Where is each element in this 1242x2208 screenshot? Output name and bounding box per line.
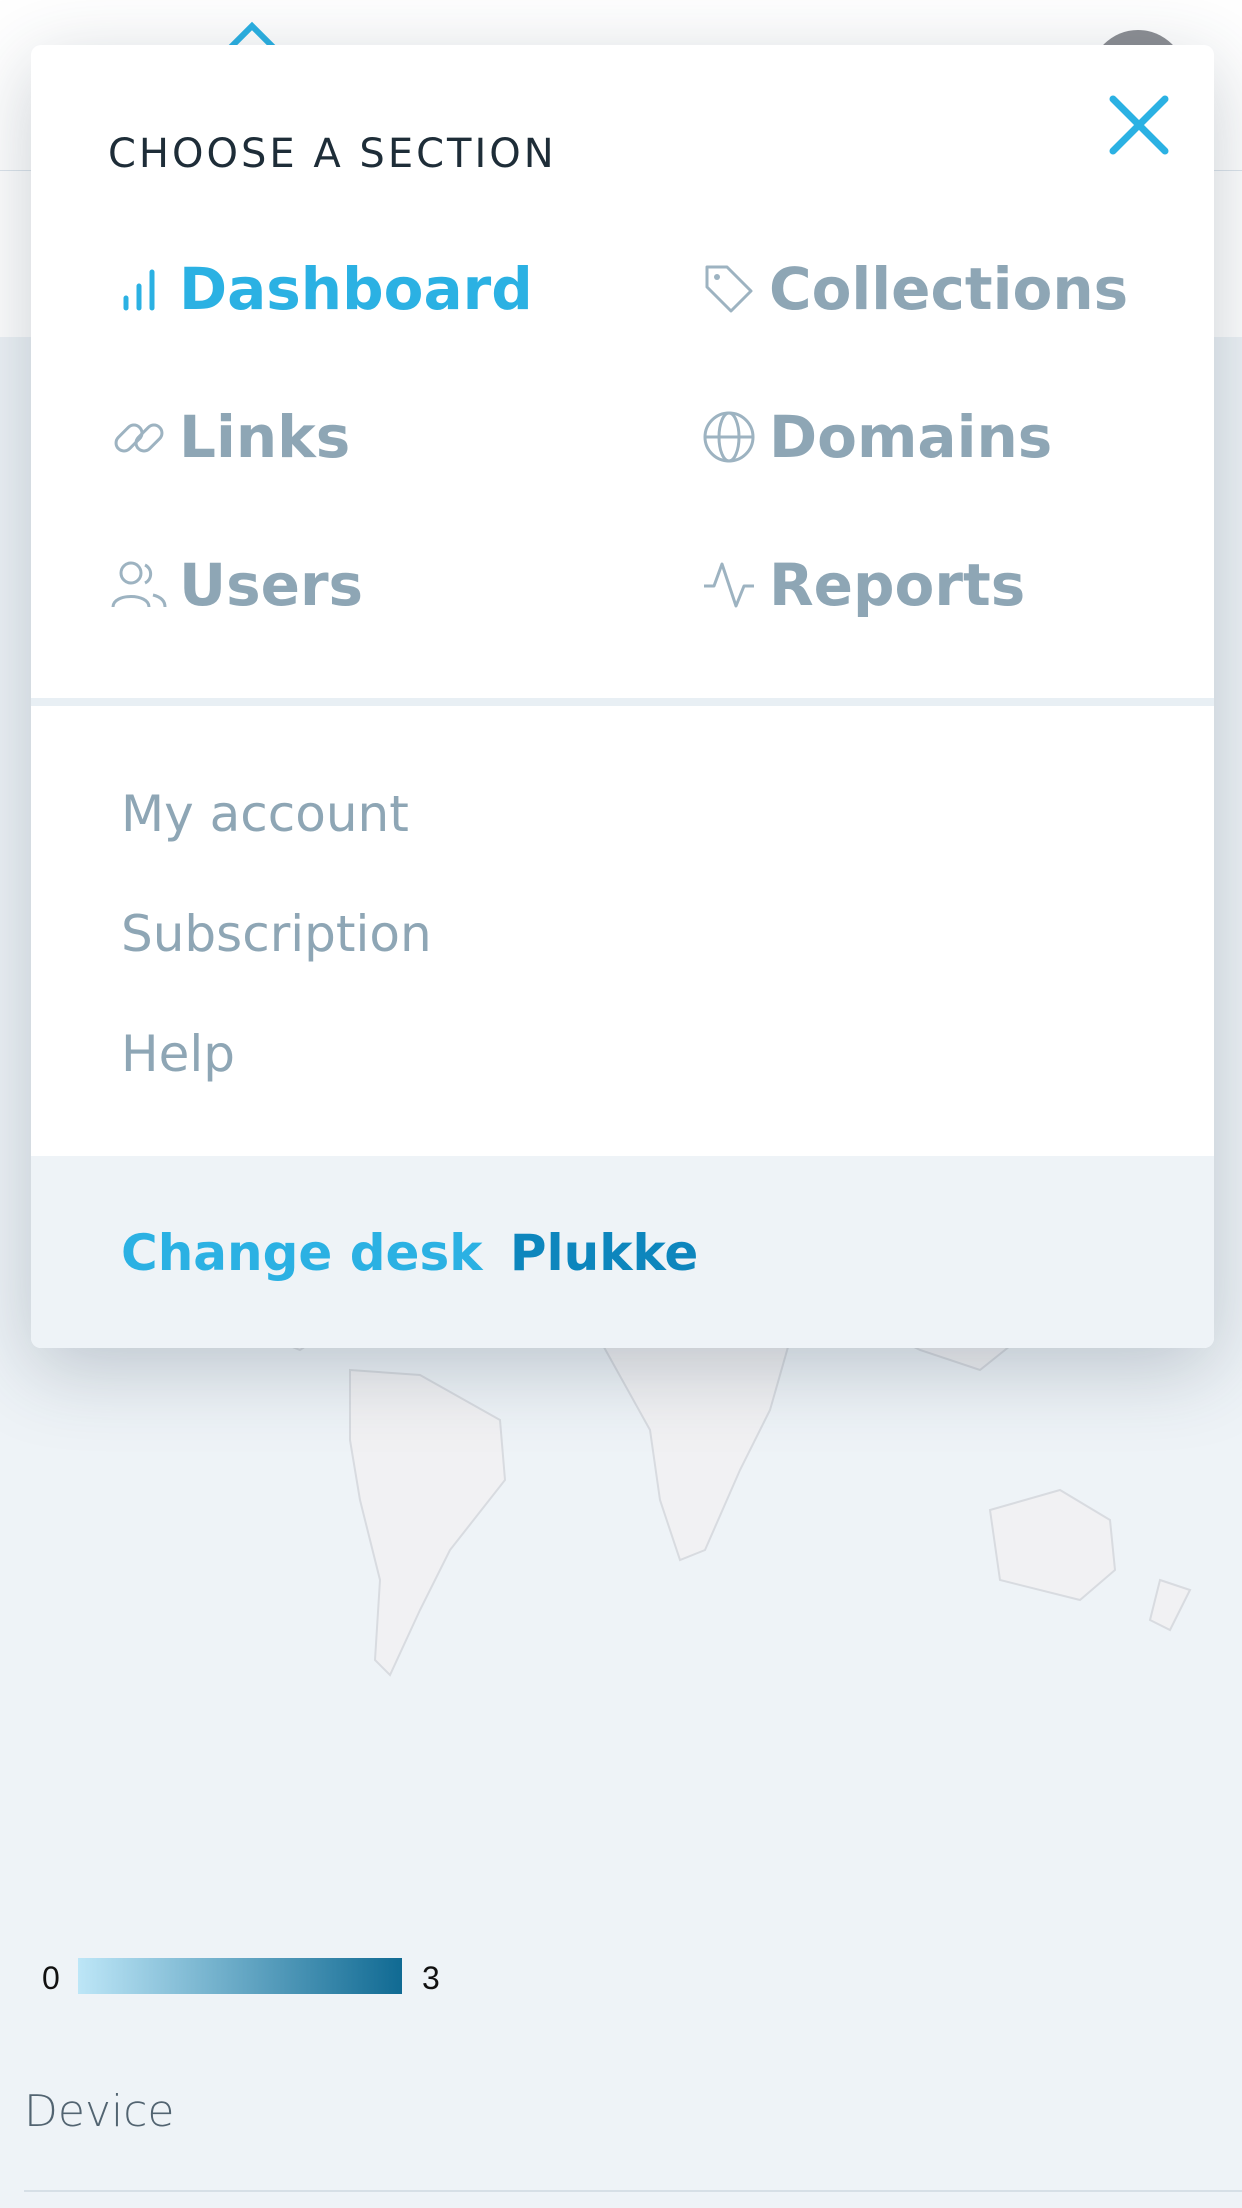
- section-label: Reports: [769, 551, 1026, 619]
- menu-title: CHOOSE A SECTION: [108, 131, 557, 177]
- desk-info: Change desk Plukke: [121, 1224, 698, 1282]
- change-desk-link[interactable]: Change desk: [121, 1224, 482, 1282]
- south-america-shape: [349, 1368, 507, 1677]
- section-label: Users: [179, 551, 364, 619]
- desk-bar: Change desk Plukke: [31, 1156, 1214, 1348]
- globe-icon: [699, 407, 759, 467]
- section-menu-modal: CHOOSE A SECTION Dashboard Collections L…: [31, 45, 1214, 1348]
- bar-chart-icon: [109, 259, 169, 319]
- section-label: Links: [179, 403, 351, 471]
- australia-shape: [988, 1488, 1117, 1602]
- tag-icon: [699, 259, 759, 319]
- new-zealand-shape: [1148, 1578, 1192, 1632]
- section-reports[interactable]: Reports: [699, 545, 1025, 625]
- section-label: Collections: [769, 255, 1129, 323]
- current-desk-name: Plukke: [509, 1224, 699, 1282]
- menu-divider: [31, 698, 1214, 706]
- legend-max: 3: [422, 1960, 440, 1996]
- activity-icon: [699, 555, 759, 615]
- section-domains[interactable]: Domains: [699, 397, 1052, 477]
- divider: [24, 2190, 1242, 2192]
- section-label: Dashboard: [179, 255, 533, 323]
- close-icon[interactable]: [1101, 87, 1177, 163]
- my-account-link[interactable]: My account: [121, 785, 409, 843]
- users-icon: [109, 555, 169, 615]
- legend-gradient: [78, 1958, 402, 1994]
- device-heading: Device: [24, 2086, 175, 2137]
- help-link[interactable]: Help: [121, 1025, 235, 1083]
- section-links[interactable]: Links: [109, 397, 350, 477]
- section-collections[interactable]: Collections: [699, 249, 1128, 329]
- section-label: Domains: [769, 403, 1053, 471]
- link-icon: [109, 407, 169, 467]
- subscription-link[interactable]: Subscription: [121, 905, 432, 963]
- map-legend: 0 3: [30, 1952, 470, 2002]
- legend-min: 0: [42, 1960, 60, 1996]
- section-users[interactable]: Users: [109, 545, 363, 625]
- section-dashboard[interactable]: Dashboard: [109, 249, 533, 329]
